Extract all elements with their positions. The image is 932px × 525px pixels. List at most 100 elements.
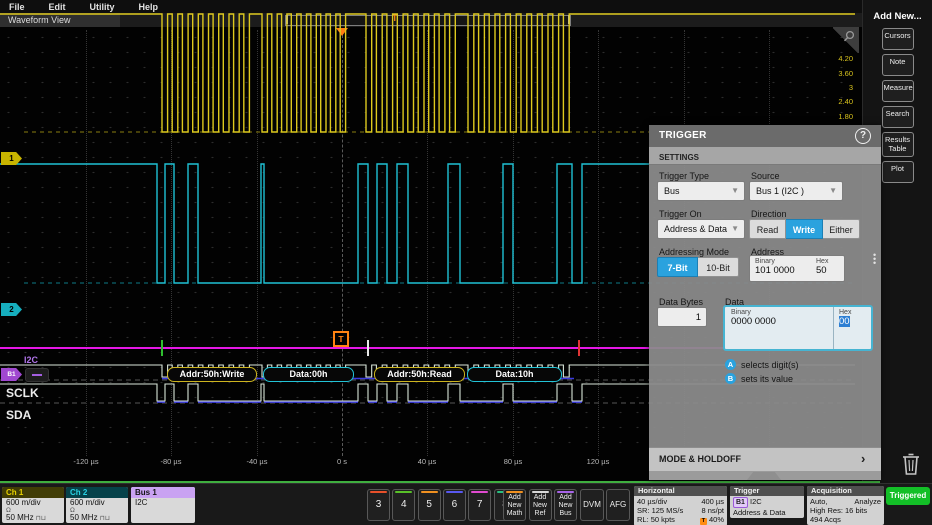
data-binary-value: 0000 0000 xyxy=(731,316,776,327)
mode-holdoff-bar[interactable]: MODE & HOLDOFF › xyxy=(649,447,881,472)
bus1-type: I2C xyxy=(135,499,195,508)
button-label: Add New Bus xyxy=(555,490,576,518)
addressing-mode-label: Addressing Mode xyxy=(659,247,729,257)
channel-color-stripe xyxy=(370,491,387,493)
mode-holdoff-label: MODE & HOLDOFF xyxy=(659,454,741,464)
channel-5-button[interactable]: 5 xyxy=(418,489,441,521)
trigger-type-label: Trigger Type xyxy=(659,171,709,181)
add-new-cursors-button[interactable]: Cursors xyxy=(882,28,914,50)
ch2-bandwidth: 50 MHz xyxy=(70,513,98,522)
horizontal-box[interactable]: Horizontal 40 µs/div 400 µsSR: 125 MS/s8 … xyxy=(634,486,727,525)
bus-collapse-handle[interactable] xyxy=(25,368,49,382)
dvm-label: DVM xyxy=(581,490,603,520)
address-field[interactable]: Binary 101 0000 Hex 50 xyxy=(749,255,845,282)
acquisition-box[interactable]: Acquisition Auto, Analyze High Res: 16 b… xyxy=(807,486,884,525)
afg-label: AFG xyxy=(607,490,629,520)
bus-packet: Data:00h xyxy=(263,367,354,382)
horizontal-value: SR: 125 MS/s xyxy=(637,506,683,515)
direction-option-read[interactable]: Read xyxy=(749,219,786,239)
horizontal-value: 400 µs xyxy=(701,497,724,506)
triggered-status-badge: Triggered xyxy=(886,487,930,505)
data-field[interactable]: Binary 0000 0000 Hex 00 xyxy=(723,305,873,351)
direction-option-write[interactable]: Write xyxy=(786,219,823,239)
panel-drag-handle[interactable] xyxy=(747,472,781,480)
horizontal-value: 40 µs/div xyxy=(637,497,667,506)
knob-a-icon: A xyxy=(725,359,736,370)
hint-row: Aselects digit(s) xyxy=(725,359,799,370)
channel-number: 5 xyxy=(419,490,440,520)
ch1-name: Ch 1 xyxy=(2,487,64,498)
chevron-down-icon: ▼ xyxy=(731,186,739,195)
trigger-on-dropdown[interactable]: Address & Data ▼ xyxy=(657,219,745,239)
bus-packet: Addr:50h:Write xyxy=(167,367,257,382)
channel-color-stripe xyxy=(471,491,488,493)
horizontal-row: SR: 125 MS/s8 ns/pt xyxy=(637,506,724,515)
chevron-right-icon: › xyxy=(861,451,865,466)
trigger-settings-panel: TRIGGER ? SETTINGS Trigger Type Bus ▼ So… xyxy=(649,125,881,480)
oscilloscope-screen: FileEditUtilityHelp Waveform View T Add … xyxy=(0,0,932,525)
acquisition-title: Acquisition xyxy=(807,486,884,496)
addressing-option-10-bit[interactable]: 10-Bit xyxy=(698,257,739,277)
sclk-label[interactable]: SCLK xyxy=(6,386,39,400)
bandwidth-icon: ⊓⊔ xyxy=(36,515,46,522)
channel-3-button[interactable]: 3 xyxy=(367,489,390,521)
horizontal-title: Horizontal xyxy=(634,486,727,496)
trigger-box[interactable]: Trigger B1 I2C Address & Data xyxy=(730,486,804,518)
addressing-segmented: 7-Bit10-Bit xyxy=(657,257,739,277)
channel-number: 4 xyxy=(393,490,414,520)
channel-color-stripe xyxy=(395,491,412,493)
add-new-bus-button[interactable]: Add New Bus xyxy=(554,489,577,521)
bandwidth-icon: ⊓⊔ xyxy=(100,515,110,522)
trigger-level-t-marker[interactable]: T xyxy=(333,331,349,347)
trigger-type-dropdown[interactable]: Bus ▼ xyxy=(657,181,745,201)
trigger-panel-title: TRIGGER xyxy=(659,130,707,141)
add-new-plot-button[interactable]: Plot xyxy=(882,161,914,183)
address-hex-value: 50 xyxy=(816,265,828,276)
source-value: Bus 1 (I2C ) xyxy=(756,186,804,196)
channel-7-button[interactable]: 7 xyxy=(468,489,491,521)
channel-number: 6 xyxy=(444,490,465,520)
trigger-title: Trigger xyxy=(730,486,804,496)
add-new-search-button[interactable]: Search xyxy=(882,106,914,128)
help-icon[interactable]: ? xyxy=(855,128,871,144)
hint-row: Bsets its value xyxy=(725,373,793,384)
data-bytes-field[interactable]: 1 xyxy=(657,307,707,327)
data-hex-value[interactable]: 00 xyxy=(839,316,851,327)
settings-label: SETTINGS xyxy=(659,153,699,162)
panel-scroll-dots[interactable]: ••• xyxy=(873,253,876,265)
trigger-bus: I2C xyxy=(750,497,762,506)
add-new-note-button[interactable]: Note xyxy=(882,54,914,76)
data-hex-label: Hex xyxy=(839,309,851,316)
knob-b-icon: B xyxy=(725,373,736,384)
afg-button[interactable]: AFG xyxy=(606,489,630,521)
add-new-math-button[interactable]: Add New Math xyxy=(503,489,526,521)
bus1-badge[interactable]: Bus 1 I2C xyxy=(131,487,195,523)
acq-analyze: Analyze xyxy=(854,497,881,506)
sda-label[interactable]: SDA xyxy=(6,408,31,422)
channel-number: 3 xyxy=(368,490,389,520)
address-binary-value: 101 0000 xyxy=(755,265,795,276)
add-new-measure-button[interactable]: Measure xyxy=(882,80,914,102)
channel-6-button[interactable]: 6 xyxy=(443,489,466,521)
add-new-results-table-button[interactable]: Results Table xyxy=(882,132,914,157)
chevron-down-icon: ▼ xyxy=(731,224,739,233)
ch2-badge[interactable]: Ch 2 600 m/div Ω 50 MHz ⊓⊔ xyxy=(66,487,128,523)
ch1-bandwidth: 50 MHz xyxy=(6,513,34,522)
settings-section-tab[interactable]: SETTINGS xyxy=(649,147,881,165)
channel-4-button[interactable]: 4 xyxy=(392,489,415,521)
bus-packet: Addr:50h:Read xyxy=(374,367,465,382)
dvm-button[interactable]: DVM xyxy=(580,489,604,521)
source-label: Source xyxy=(751,171,780,181)
addressing-option-7-bit[interactable]: 7-Bit xyxy=(657,257,698,277)
ch1-badge[interactable]: Ch 1 600 m/div Ω 50 MHz ⊓⊔ xyxy=(2,487,64,523)
add-new-title: Add New... xyxy=(863,11,932,22)
channel-color-stripe xyxy=(446,491,463,493)
add-new-ref-button[interactable]: Add New Ref xyxy=(529,489,552,521)
trigger-panel-header[interactable]: TRIGGER ? xyxy=(649,125,881,147)
horizontal-value: RL: 50 kpts xyxy=(637,515,675,525)
horizontal-row: RL: 50 kptsT 40% xyxy=(637,515,724,525)
trash-button[interactable] xyxy=(899,451,923,477)
source-dropdown[interactable]: Bus 1 (I2C ) ▼ xyxy=(749,181,843,201)
trigger-on-value: Address & Data xyxy=(664,224,727,234)
direction-option-either[interactable]: Either xyxy=(823,219,860,239)
